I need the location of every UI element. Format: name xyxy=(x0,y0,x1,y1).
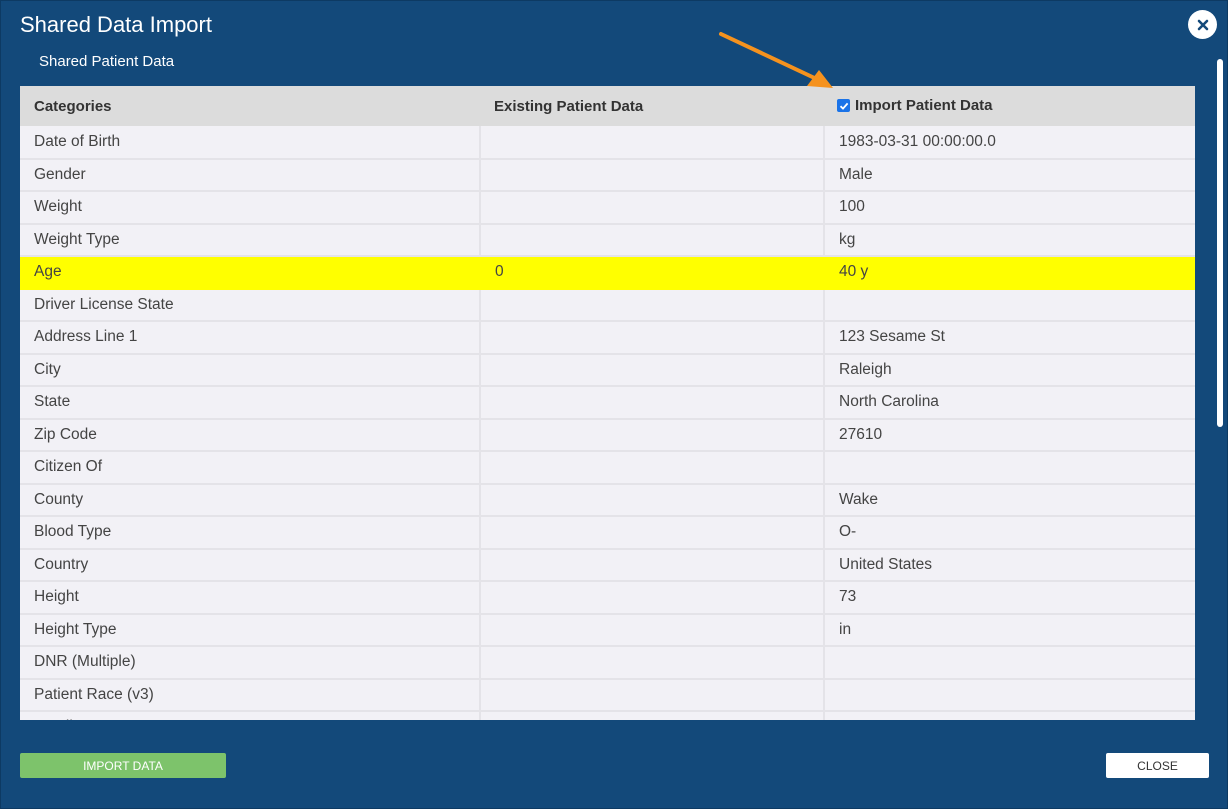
cell-category: DNR (Multiple) xyxy=(20,646,480,680)
cell-category: Height xyxy=(20,581,480,615)
header-import-patient-data: Import Patient Data xyxy=(824,86,1195,126)
cell-existing xyxy=(479,288,824,322)
table-row: Country United States xyxy=(20,548,1195,582)
cell-import xyxy=(823,451,1195,485)
import-all-checkbox[interactable] xyxy=(837,99,850,113)
cell-category: Age xyxy=(20,256,480,290)
cell-existing xyxy=(479,386,824,420)
cell-existing xyxy=(479,678,824,712)
import-data-button[interactable]: IMPORT DATA xyxy=(20,753,226,778)
close-button[interactable]: CLOSE xyxy=(1106,753,1209,778)
cell-import: 40 y xyxy=(823,256,1195,290)
header-categories: Categories xyxy=(20,86,480,126)
cell-existing xyxy=(479,158,824,192)
cell-category: Blood Type xyxy=(20,516,480,550)
close-dialog-button[interactable] xyxy=(1188,10,1217,39)
cell-import: Wake xyxy=(823,483,1195,517)
cell-category: Height Type xyxy=(20,613,480,647)
table-row: Weight Type kg xyxy=(20,223,1195,257)
cell-import: 123 Sesame St xyxy=(823,321,1195,355)
cell-category: City xyxy=(20,353,480,387)
table-row: Zip Code 27610 xyxy=(20,418,1195,452)
table-row: City Raleigh xyxy=(20,353,1195,387)
cell-import: kg xyxy=(823,223,1195,257)
cell-category: Weight Type xyxy=(20,223,480,257)
cell-import xyxy=(823,678,1195,712)
cell-existing xyxy=(479,223,824,257)
cell-existing xyxy=(479,711,824,720)
cell-import xyxy=(823,288,1195,322)
table-row: DNR (Multiple) xyxy=(20,646,1195,680)
cell-existing: 0 xyxy=(479,256,824,290)
table-row: Address Line 1 123 Sesame St xyxy=(20,321,1195,355)
scrollbar-thumb[interactable] xyxy=(1217,59,1223,427)
cell-existing xyxy=(479,548,824,582)
cell-category: Address Line 1 xyxy=(20,321,480,355)
cell-existing xyxy=(479,613,824,647)
cell-category: Country xyxy=(20,548,480,582)
cell-import: 1983-03-31 00:00:00.0 xyxy=(823,126,1195,160)
shared-data-import-dialog: Shared Data Import Shared Patient Data C… xyxy=(0,0,1228,809)
cell-category: Zip Code xyxy=(20,418,480,452)
cell-category: Weight xyxy=(20,191,480,225)
cell-import xyxy=(823,711,1195,720)
table-row: Age 0 40 y xyxy=(20,256,1195,290)
cell-existing xyxy=(479,321,824,355)
cell-import: 100 xyxy=(823,191,1195,225)
table-row: Blood Type O- xyxy=(20,516,1195,550)
table-row: County Wake xyxy=(20,483,1195,517)
table-header-row: Categories Existing Patient Data Import … xyxy=(20,86,1195,126)
cell-existing xyxy=(479,451,824,485)
close-x-icon xyxy=(1197,19,1208,30)
cell-import: 73 xyxy=(823,581,1195,615)
cell-import: North Carolina xyxy=(823,386,1195,420)
table-row: Date of Birth 1983-03-31 00:00:00.0 xyxy=(20,126,1195,160)
cell-category: Gender xyxy=(20,158,480,192)
cell-existing xyxy=(479,516,824,550)
table-row: Patient Race (v3) xyxy=(20,678,1195,712)
cell-existing xyxy=(479,191,824,225)
cell-import: O- xyxy=(823,516,1195,550)
cell-import: in xyxy=(823,613,1195,647)
table-row: Height Type in xyxy=(20,613,1195,647)
table-row: Driver License State xyxy=(20,288,1195,322)
cell-import: 27610 xyxy=(823,418,1195,452)
cell-existing xyxy=(479,483,824,517)
cell-category: Date of Birth xyxy=(20,126,480,160)
cell-category: Email xyxy=(20,711,480,720)
cell-existing xyxy=(479,353,824,387)
cell-category: State xyxy=(20,386,480,420)
cell-import: Male xyxy=(823,158,1195,192)
patient-data-table: Categories Existing Patient Data Import … xyxy=(20,86,1195,720)
cell-existing xyxy=(479,581,824,615)
table-row: Gender Male xyxy=(20,158,1195,192)
cell-import: United States xyxy=(823,548,1195,582)
cell-category: Patient Race (v3) xyxy=(20,678,480,712)
cell-category: County xyxy=(20,483,480,517)
import-header-label: Import Patient Data xyxy=(855,97,993,115)
cell-existing xyxy=(479,418,824,452)
cell-existing xyxy=(479,646,824,680)
section-subtitle: Shared Patient Data xyxy=(39,53,175,70)
table-row: Height 73 xyxy=(20,581,1195,615)
table-row: Weight 100 xyxy=(20,191,1195,225)
checkmark-icon xyxy=(839,102,848,110)
cell-category: Driver License State xyxy=(20,288,480,322)
header-existing-patient-data: Existing Patient Data xyxy=(480,86,824,126)
dialog-title: Shared Data Import xyxy=(20,12,212,37)
cell-import xyxy=(823,646,1195,680)
cell-import: Raleigh xyxy=(823,353,1195,387)
cell-category: Citizen Of xyxy=(20,451,480,485)
table-row: Citizen Of xyxy=(20,451,1195,485)
table-row: State North Carolina xyxy=(20,386,1195,420)
cell-existing xyxy=(479,126,824,160)
table-row: Email xyxy=(20,711,1195,720)
